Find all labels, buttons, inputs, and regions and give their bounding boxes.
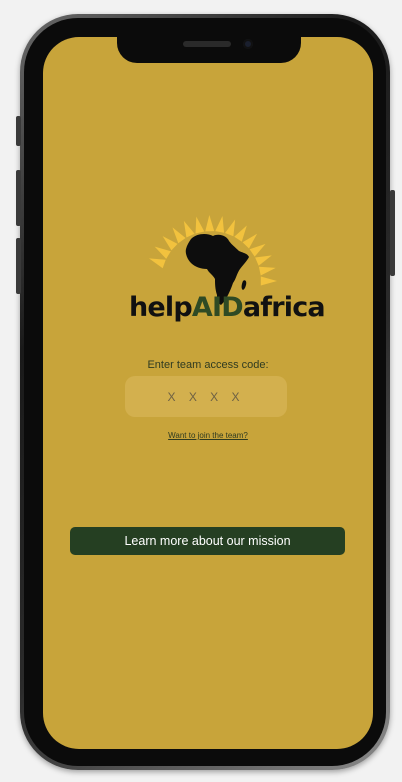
sun-ray (225, 219, 236, 237)
camera-icon (243, 39, 253, 49)
sun-ray (234, 225, 247, 242)
speaker-grille (183, 41, 231, 47)
sun-ray (154, 246, 171, 259)
sun-ray (183, 220, 195, 238)
join-team-link[interactable]: Want to join the team? (43, 431, 373, 440)
phone-notch (117, 37, 301, 63)
sun-ray (242, 233, 258, 249)
app-screen: helpAIDafrica Enter team access code: Wa… (43, 37, 373, 749)
brand-name-accent: AID (191, 292, 244, 323)
sun-ray (260, 276, 277, 286)
brand-name-suffix: africa (242, 292, 326, 323)
access-code-label: Enter team access code: (147, 359, 269, 371)
sun-ray (255, 255, 272, 266)
access-code-input[interactable] (125, 376, 287, 417)
brand-wordmark: helpAIDafrica (129, 292, 326, 323)
sun-ray (205, 215, 215, 232)
volume-up-button (16, 170, 21, 226)
sun-ray (215, 216, 225, 233)
sun-ray (195, 216, 205, 234)
mute-switch (16, 116, 21, 146)
volume-down-button (16, 238, 21, 294)
learn-mission-button[interactable]: Learn more about our mission (70, 527, 345, 555)
sun-ray (162, 236, 178, 251)
power-button (390, 190, 395, 276)
sun-ray (172, 227, 186, 244)
brand-name-prefix: help (129, 292, 193, 323)
sun-ray (258, 266, 276, 276)
sun-ray (148, 258, 166, 269)
sun-ray (249, 243, 266, 257)
